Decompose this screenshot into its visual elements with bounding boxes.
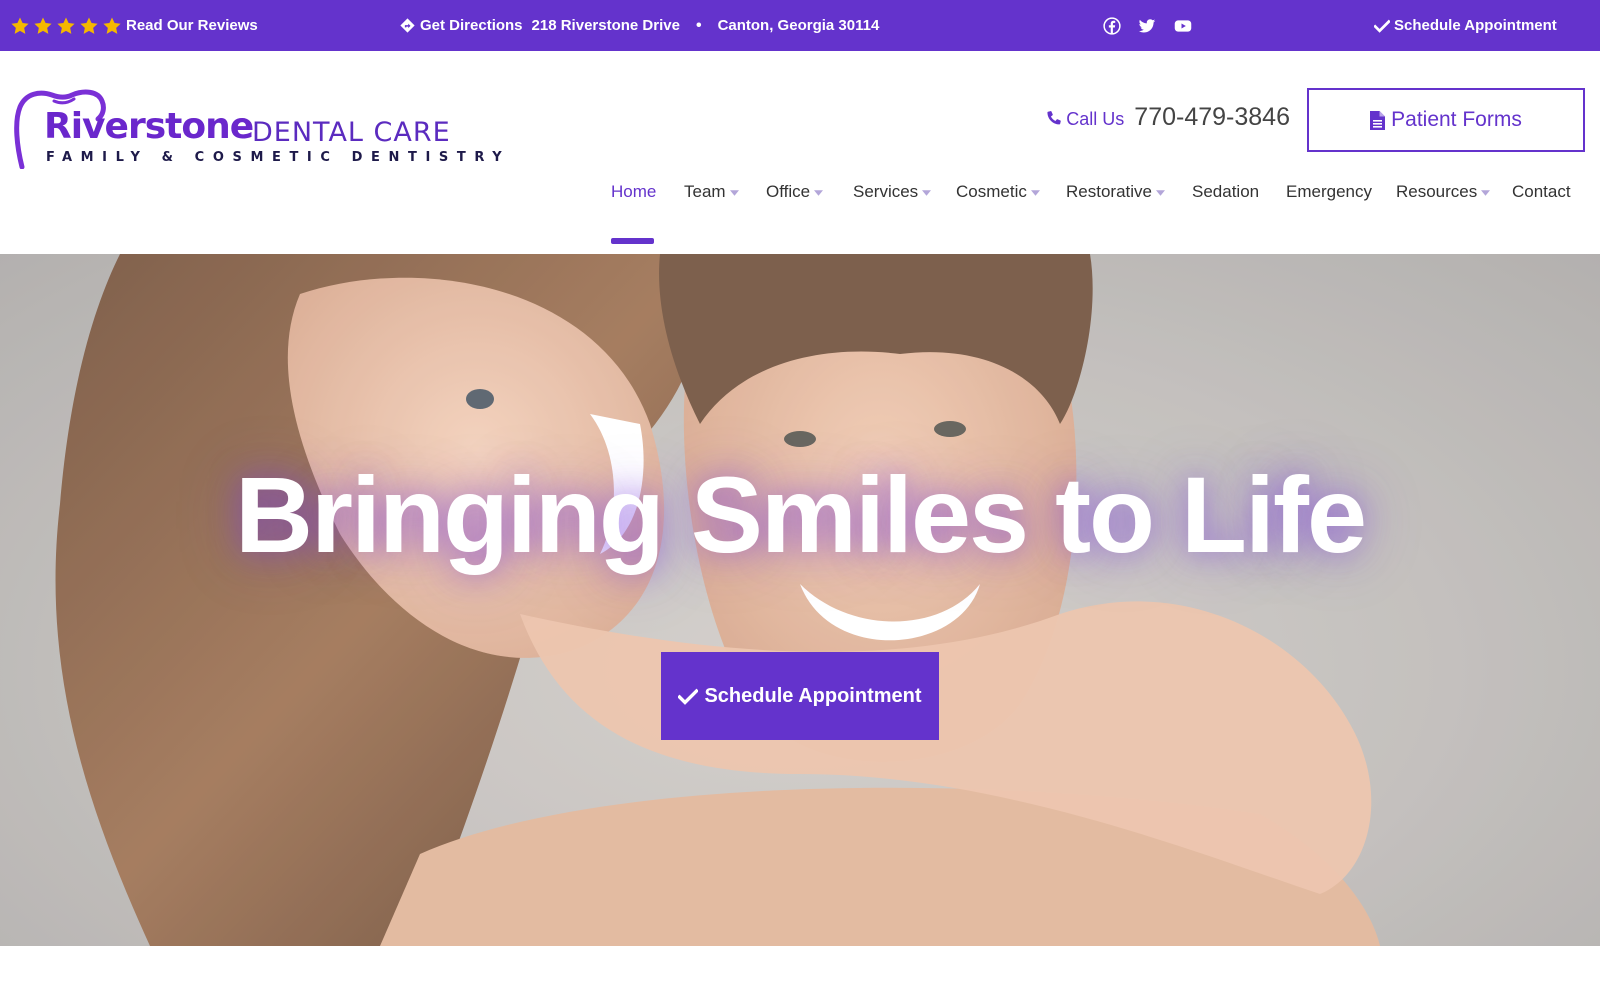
check-icon — [1374, 19, 1390, 33]
call-us-label: Call Us — [1066, 109, 1125, 129]
nav-label: Resources — [1396, 182, 1478, 201]
nav-label: Contact — [1512, 182, 1571, 201]
get-directions-link[interactable]: Get Directions — [420, 17, 523, 34]
nav-item-resources[interactable]: Resources — [1396, 177, 1491, 207]
document-icon — [1370, 110, 1386, 130]
read-reviews-link[interactable]: Read Our Reviews — [10, 0, 258, 51]
star-icon — [103, 17, 121, 34]
main-nav: Home Team Office Services Cosmetic Resto… — [0, 177, 1600, 254]
hero-couple-photo — [0, 254, 1600, 946]
nav-label: Restorative — [1066, 182, 1152, 201]
check-icon — [678, 688, 699, 705]
rating-stars — [10, 16, 122, 36]
topbar-schedule-label: Schedule Appointment — [1394, 17, 1557, 34]
nav-label: Sedation — [1192, 182, 1260, 201]
star-icon — [57, 17, 75, 34]
nav-item-cosmetic[interactable]: Cosmetic — [956, 177, 1040, 207]
content-start — [0, 946, 1600, 1000]
logo-name: Riverstone — [44, 106, 254, 147]
read-reviews-label: Read Our Reviews — [126, 17, 258, 34]
top-bar: Read Our Reviews Get Directions 218 Rive… — [0, 0, 1600, 51]
nav-item-services[interactable]: Services — [853, 177, 932, 207]
nav-item-office[interactable]: Office — [766, 177, 824, 207]
site-header: Riverstone DENTAL CARE FAMILY & COSMETIC… — [0, 51, 1600, 254]
facebook-icon[interactable] — [1103, 16, 1121, 35]
nav-label: Office — [766, 182, 811, 201]
phone-number[interactable]: 770-479-3846 — [1134, 103, 1290, 132]
logo-tagline: FAMILY & COSMETIC DENTISTRY — [46, 150, 511, 165]
hero-schedule-label: Schedule Appointment — [704, 684, 922, 707]
patient-forms-label: Patient Forms — [1391, 108, 1522, 131]
nav-label: Services — [853, 182, 919, 201]
address-city: Canton, Georgia 30114 — [717, 17, 880, 34]
nav-item-restorative[interactable]: Restorative — [1066, 177, 1165, 207]
active-nav-indicator — [611, 238, 654, 244]
caret-down-icon — [1030, 189, 1040, 196]
nav-item-sedation[interactable]: Sedation — [1192, 177, 1259, 207]
hero-schedule-button[interactable]: Schedule Appointment — [661, 652, 939, 740]
caret-down-icon — [814, 189, 824, 196]
nav-item-home[interactable]: Home — [611, 177, 656, 207]
nav-label: Home — [611, 182, 657, 201]
twitter-icon[interactable] — [1138, 17, 1156, 35]
social-links — [1103, 0, 1193, 51]
directions-icon — [400, 18, 415, 33]
address-separator: • — [695, 16, 702, 34]
patient-forms-button[interactable]: Patient Forms — [1307, 88, 1585, 152]
topbar-schedule-link[interactable]: Schedule Appointment — [1374, 0, 1557, 51]
caret-down-icon — [1481, 189, 1491, 196]
directions-block: Get Directions 218 Riverstone Drive • Ca… — [400, 0, 879, 51]
nav-label: Team — [684, 182, 726, 201]
caret-down-icon — [1155, 189, 1165, 196]
call-us[interactable]: Call Us 770-479-3846 — [1047, 103, 1290, 132]
hero-headline: Bringing Smiles to Life — [234, 454, 1367, 575]
nav-label: Cosmetic — [956, 182, 1027, 201]
caret-down-icon — [729, 189, 739, 196]
logo[interactable]: Riverstone DENTAL CARE FAMILY & COSMETIC… — [14, 87, 502, 173]
star-icon — [34, 17, 52, 34]
youtube-icon[interactable] — [1173, 17, 1193, 35]
nav-item-contact[interactable]: Contact — [1512, 177, 1571, 207]
address-street: 218 Riverstone Drive — [531, 17, 680, 34]
nav-item-team[interactable]: Team — [684, 177, 739, 207]
phone-icon — [1047, 111, 1062, 125]
hero-section: Bringing Smiles to Life Schedule Appoint… — [0, 254, 1600, 946]
caret-down-icon — [922, 189, 932, 196]
nav-item-emergency[interactable]: Emergency — [1286, 177, 1372, 207]
star-icon — [80, 17, 98, 34]
nav-label: Emergency — [1286, 182, 1372, 201]
star-icon — [11, 17, 29, 34]
logo-subtitle: DENTAL CARE — [252, 117, 451, 148]
